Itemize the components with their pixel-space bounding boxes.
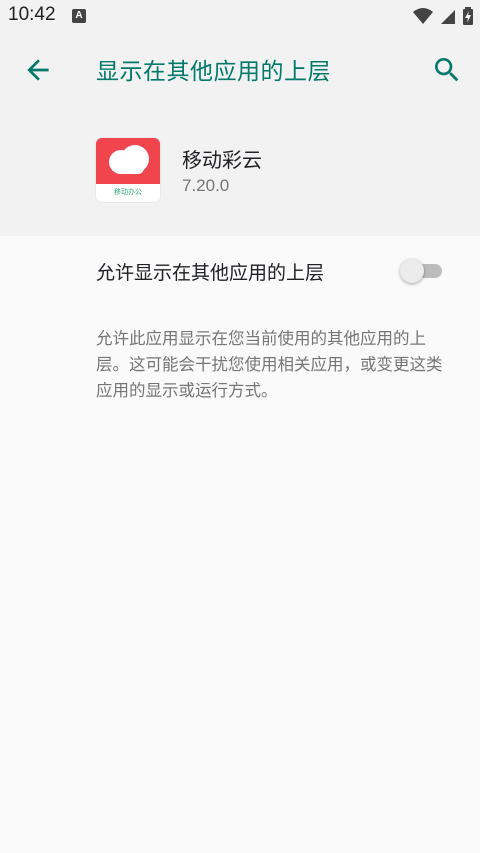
search-button[interactable] (431, 54, 463, 86)
permission-switch[interactable] (398, 257, 446, 285)
cloud-icon (109, 145, 149, 174)
app-icon-label: 移动办公 (114, 188, 142, 196)
arrow-back-icon (27, 59, 49, 81)
settings-content: 允许显示在其他应用的上层 允许此应用显示在您当前使用的其他应用的上层。这可能会干… (0, 236, 480, 853)
status-indicators (412, 6, 474, 26)
app-icon: 移动办公 (96, 138, 160, 202)
signal-icon (440, 10, 455, 24)
battery-icon (463, 7, 473, 25)
wifi-icon (412, 8, 433, 24)
app-name: 移动彩云 (182, 148, 262, 172)
permission-toggle-row[interactable]: 允许显示在其他应用的上层 (0, 236, 480, 306)
status-bar: 10:42 A (0, 0, 480, 32)
search-icon (435, 58, 459, 82)
permission-description: 允许此应用显示在您当前使用的其他应用的上层。这可能会干扰您使用相关应用，或变更这… (96, 329, 443, 400)
permission-toggle-label: 允许显示在其他应用的上层 (96, 262, 325, 284)
page-title: 显示在其他应用的上层 (96, 59, 331, 85)
app-version: 7.20.0 (182, 176, 230, 195)
notification-icon: A (72, 9, 86, 23)
switch-thumb (400, 259, 424, 283)
app-bar: 显示在其他应用的上层 (0, 32, 480, 108)
back-button[interactable] (22, 54, 54, 86)
app-header: 移动办公 移动彩云 7.20.0 (0, 108, 480, 236)
status-time: 10:42 (8, 4, 56, 25)
